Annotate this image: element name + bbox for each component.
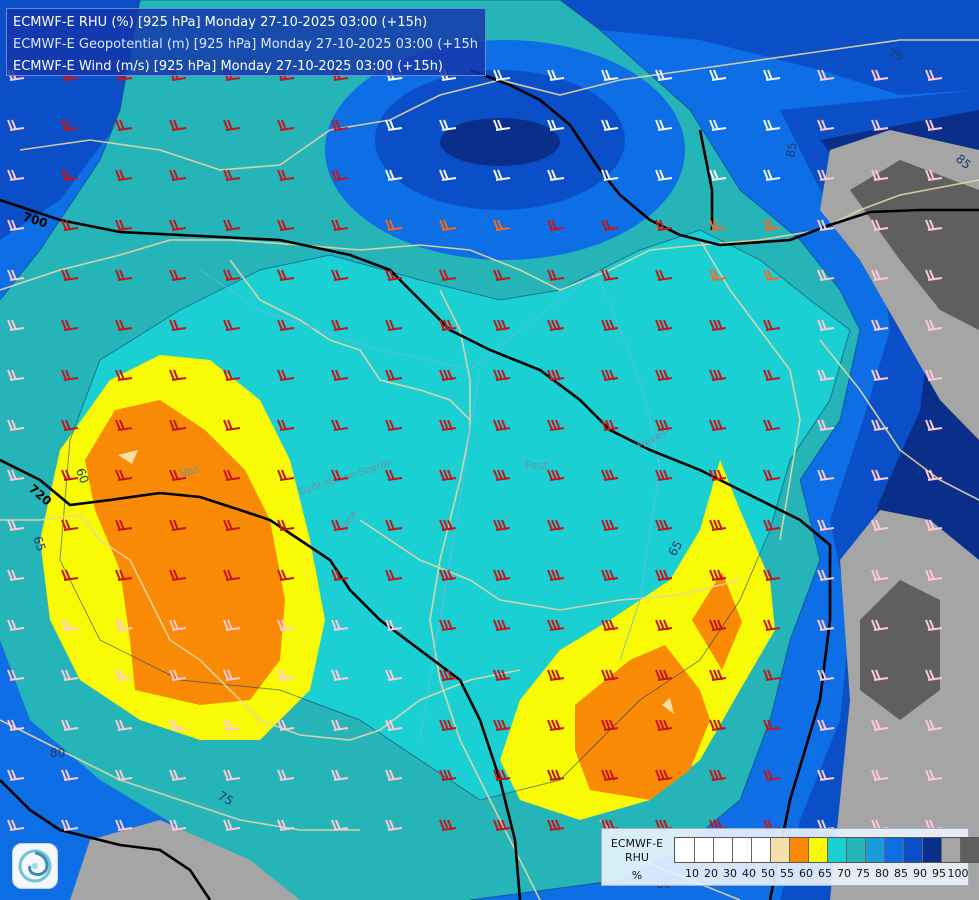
legend-title: ECMWF-E RHU % <box>606 837 668 883</box>
legend-tick-label: 100 <box>947 867 969 880</box>
legend-swatch <box>694 838 713 862</box>
legend-title-variable: RHU <box>625 851 649 864</box>
legend-swatch <box>827 838 846 862</box>
rh-label-80: 80 <box>50 746 65 760</box>
legend-swatch <box>941 838 960 862</box>
legend-swatch <box>751 838 770 862</box>
legend-swatch <box>789 838 808 862</box>
header-geopotential-line: ECMWF-E Geopotential (m) [925 hPa] Monda… <box>13 37 479 52</box>
place-pest: Pest <box>525 459 549 472</box>
legend-color-bar <box>674 837 979 863</box>
legend-unit: % <box>631 869 643 882</box>
legend-swatch <box>960 838 979 862</box>
legend-swatch <box>903 838 922 862</box>
legend-swatch <box>713 838 732 862</box>
legend-swatch <box>884 838 903 862</box>
forecast-header: ECMWF-E RHU (%) [925 hPa] Monday 27-10-2… <box>6 8 486 76</box>
legend-swatch <box>865 838 884 862</box>
weather-map-view: 700 720 60 65 65 75 80 85 85 75 80 Vas G… <box>0 0 979 900</box>
legend-ticks: 10 20 30 40 50 55 60 65 70 75 80 85 90 95 100 <box>674 867 970 881</box>
rh-label-85: 85 <box>783 141 799 158</box>
legend-title-model: ECMWF-E <box>610 837 664 850</box>
legend-swatch <box>808 838 827 862</box>
legend-swatch <box>922 838 941 862</box>
swirl-logo-icon <box>18 849 52 883</box>
legend-swatch <box>675 838 694 862</box>
legend-swatch <box>770 838 789 862</box>
provider-logo <box>12 843 58 889</box>
rhu-map: 700 720 60 65 65 75 80 85 85 75 80 Vas G… <box>0 0 979 900</box>
legend-swatch <box>846 838 865 862</box>
color-legend: ECMWF-E RHU % 10 20 30 40 50 55 60 65 70 75 80 85 90… <box>601 828 979 886</box>
legend-swatch <box>732 838 751 862</box>
header-rhu-line: ECMWF-E RHU (%) [925 hPa] Monday 27-10-2… <box>13 15 428 30</box>
header-wind-line: ECMWF-E Wind (m/s) [925 hPa] Monday 27-1… <box>13 59 444 74</box>
